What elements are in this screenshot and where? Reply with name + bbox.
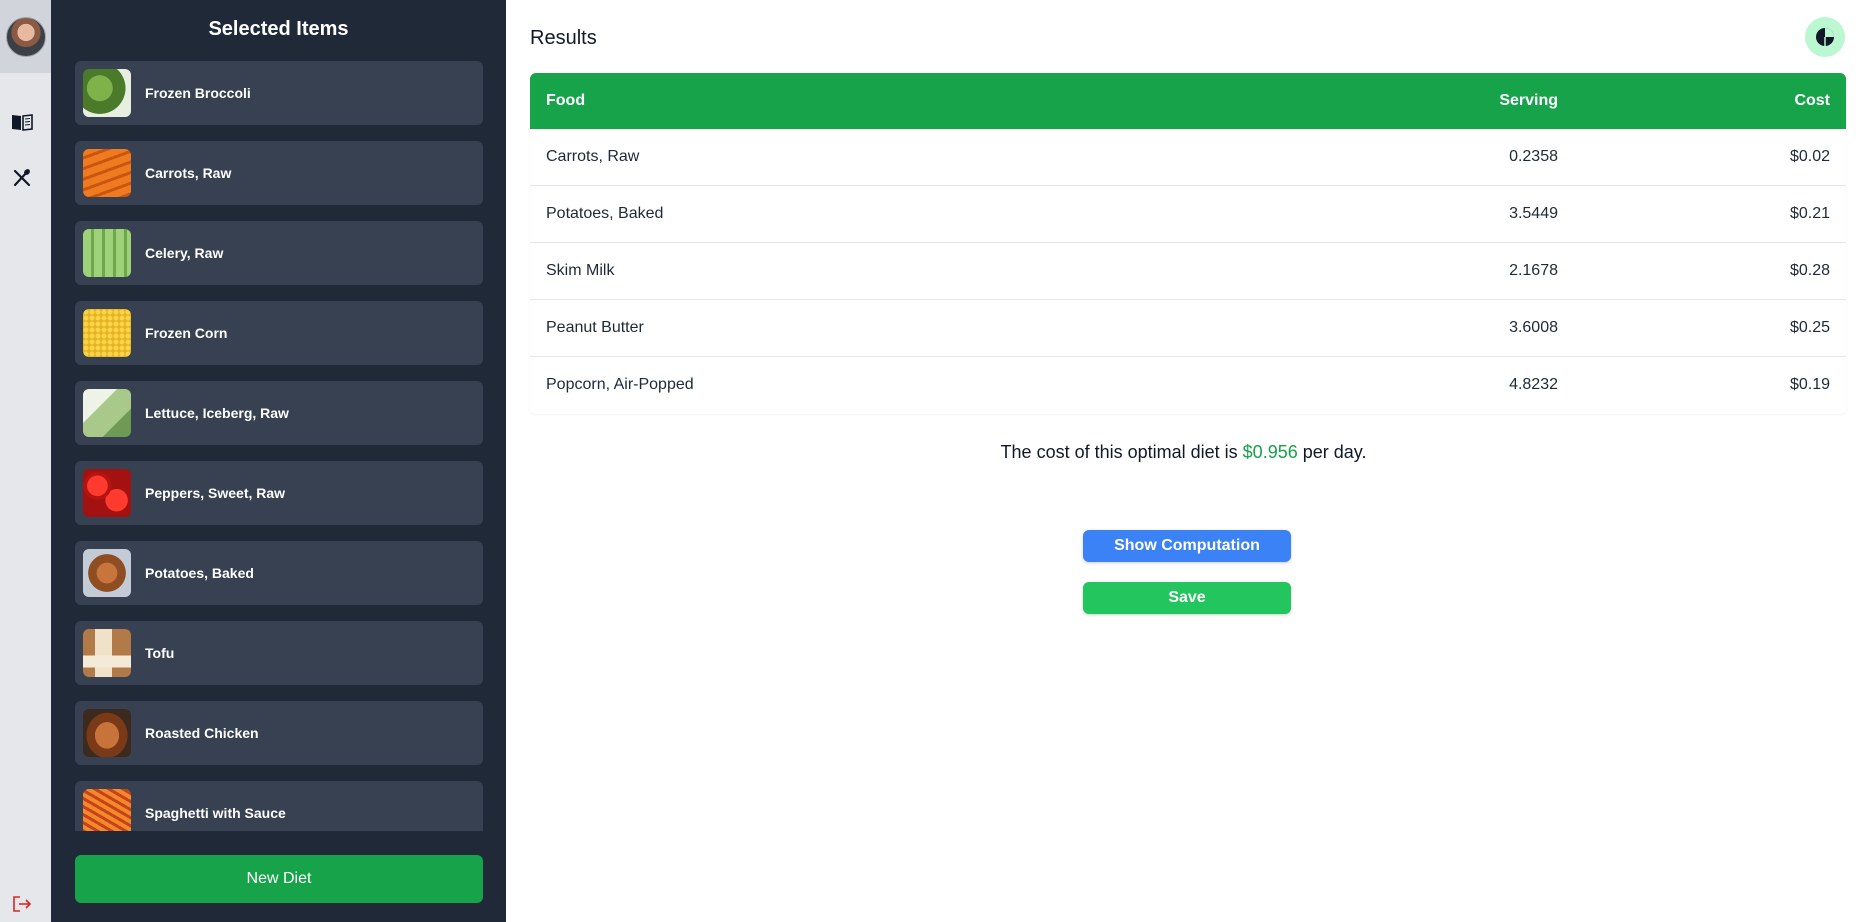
food-thumbnail: [83, 389, 131, 437]
food-thumbnail: [83, 69, 131, 117]
selected-item[interactable]: Peppers, Sweet, Raw: [75, 461, 483, 525]
table-row: Peanut Butter 3.6008 $0.25: [530, 300, 1846, 357]
cost-cell: $0.02: [1789, 148, 1830, 165]
book-icon[interactable]: [10, 110, 34, 134]
diet-cost-summary: The cost of this optimal diet is $0.956 …: [506, 442, 1861, 463]
show-computation-button[interactable]: Show Computation: [1083, 530, 1291, 562]
item-label: Peppers, Sweet, Raw: [145, 485, 286, 501]
cost-cell: $0.21: [1789, 205, 1830, 222]
food-thumbnail: [83, 469, 131, 517]
item-label: Roasted Chicken: [145, 725, 259, 741]
food-cell: Skim Milk: [546, 262, 615, 279]
food-cell: Potatoes, Baked: [546, 205, 664, 222]
item-label: Carrots, Raw: [145, 165, 232, 181]
food-thumbnail: [83, 709, 131, 757]
left-rail: [0, 0, 51, 922]
results-table: Food Serving Cost Carrots, Raw 0.2358 $0…: [530, 73, 1846, 414]
selected-items-list[interactable]: Frozen Broccoli Carrots, Raw Celery, Raw…: [75, 61, 483, 831]
pie-chart-icon: [1816, 28, 1834, 46]
food-cell: Carrots, Raw: [546, 148, 640, 165]
save-button[interactable]: Save: [1083, 582, 1291, 614]
cost-cell: $0.19: [1789, 376, 1830, 393]
item-label: Frozen Corn: [145, 325, 228, 341]
food-cell: Peanut Butter: [546, 319, 644, 336]
serving-cell: 3.5449: [1509, 205, 1558, 222]
selected-item[interactable]: Potatoes, Baked: [75, 541, 483, 605]
selected-item[interactable]: Frozen Broccoli: [75, 61, 483, 125]
pie-chart-button[interactable]: [1805, 17, 1845, 57]
serving-cell: 2.1678: [1509, 262, 1558, 279]
column-header-serving[interactable]: Serving: [1499, 92, 1558, 110]
food-thumbnail: [83, 629, 131, 677]
item-label: Tofu: [145, 645, 175, 661]
selected-items-panel: Selected Items Frozen Broccoli Carrots, …: [51, 0, 506, 922]
selected-item[interactable]: Lettuce, Iceberg, Raw: [75, 381, 483, 445]
table-row: Skim Milk 2.1678 $0.28: [530, 243, 1846, 300]
item-label: Lettuce, Iceberg, Raw: [145, 405, 289, 421]
serving-cell: 4.8232: [1509, 376, 1558, 393]
sidebar-title: Selected Items: [208, 18, 349, 40]
food-thumbnail: [83, 149, 131, 197]
selected-item[interactable]: Spaghetti with Sauce: [75, 781, 483, 831]
logout-icon[interactable]: [10, 892, 34, 916]
summary-suffix: per day.: [1302, 442, 1367, 462]
results-panel: Results Food Serving Cost Carrots, Raw 0…: [506, 0, 1861, 922]
item-label: Spaghetti with Sauce: [145, 805, 286, 821]
selected-item[interactable]: Celery, Raw: [75, 221, 483, 285]
selected-item[interactable]: Carrots, Raw: [75, 141, 483, 205]
item-label: Potatoes, Baked: [145, 565, 254, 581]
summary-prefix: The cost of this optimal diet is: [1000, 442, 1238, 462]
page-title: Results: [530, 27, 597, 49]
selected-item[interactable]: Roasted Chicken: [75, 701, 483, 765]
serving-cell: 0.2358: [1509, 148, 1558, 165]
avatar-image: [5, 16, 46, 57]
cost-cell: $0.25: [1789, 319, 1830, 336]
new-diet-button[interactable]: New Diet: [75, 855, 483, 903]
food-cell: Popcorn, Air-Popped: [546, 376, 694, 393]
item-label: Celery, Raw: [145, 245, 224, 261]
diet-cost-amount: $0.956: [1242, 442, 1298, 462]
food-thumbnail: [83, 309, 131, 357]
column-header-food[interactable]: Food: [546, 92, 585, 110]
serving-cell: 3.6008: [1509, 319, 1558, 336]
table-row: Potatoes, Baked 3.5449 $0.21: [530, 186, 1846, 243]
food-thumbnail: [83, 549, 131, 597]
utensils-icon[interactable]: [10, 166, 34, 190]
table-header: Food Serving Cost: [530, 73, 1846, 129]
avatar[interactable]: [0, 0, 51, 73]
selected-item[interactable]: Tofu: [75, 621, 483, 685]
table-row: Carrots, Raw 0.2358 $0.02: [530, 129, 1846, 186]
food-thumbnail: [83, 789, 131, 831]
cost-cell: $0.28: [1789, 262, 1830, 279]
table-row: Popcorn, Air-Popped 4.8232 $0.19: [530, 357, 1846, 414]
food-thumbnail: [83, 229, 131, 277]
column-header-cost[interactable]: Cost: [1794, 92, 1830, 110]
item-label: Frozen Broccoli: [145, 85, 251, 101]
selected-item[interactable]: Frozen Corn: [75, 301, 483, 365]
